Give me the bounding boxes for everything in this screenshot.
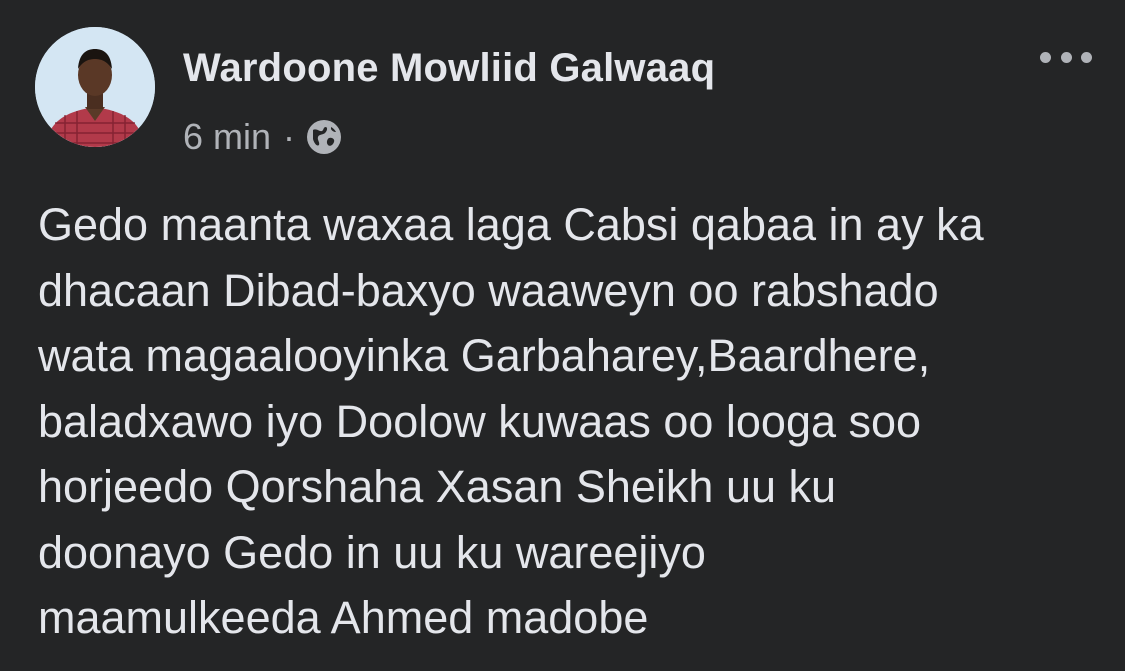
facebook-post: Wardoone Mowliid Galwaaq 6 min · Gedo ma…: [0, 0, 1125, 671]
avatar-photo: [35, 27, 155, 147]
post-text: Gedo maanta waxaa laga Cabsi qabaa in ay…: [38, 199, 984, 643]
more-dot: [1040, 51, 1051, 63]
post-meta: 6 min ·: [183, 114, 343, 160]
more-options-icon[interactable]: [1040, 46, 1092, 68]
author-name[interactable]: Wardoone Mowliid Galwaaq: [183, 44, 715, 92]
more-dot: [1081, 51, 1092, 63]
author-avatar[interactable]: [35, 27, 155, 147]
meta-separator: ·: [283, 116, 296, 157]
post-time[interactable]: 6 min: [183, 116, 271, 158]
globe-icon[interactable]: [305, 118, 343, 156]
more-dot: [1060, 51, 1072, 63]
